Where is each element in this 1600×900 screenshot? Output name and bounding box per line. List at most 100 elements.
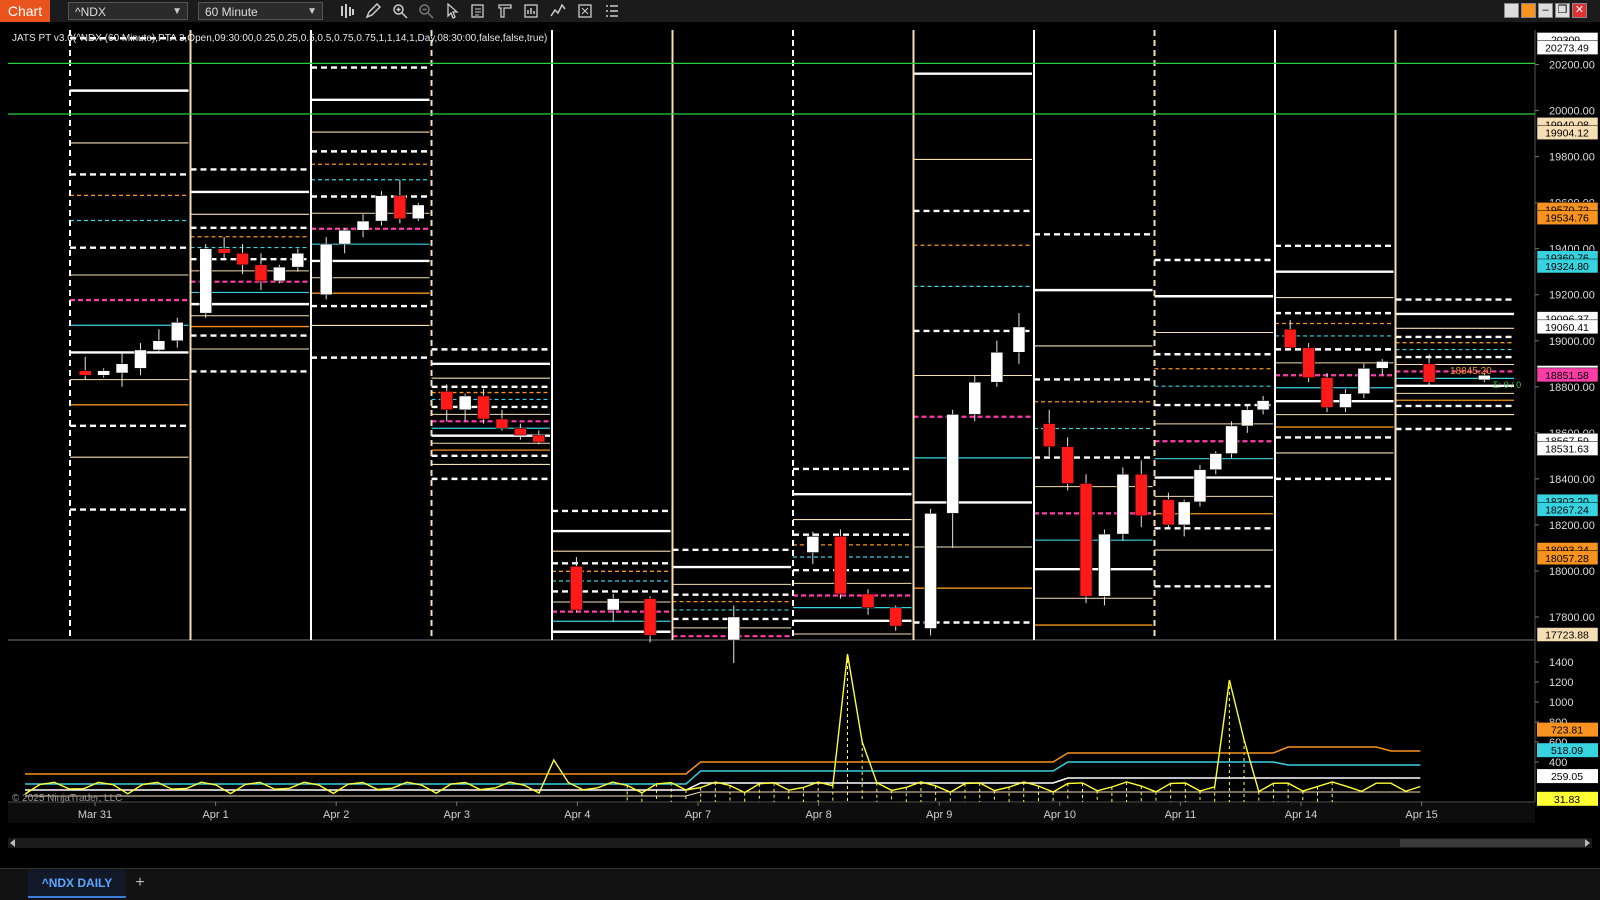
time-axis[interactable]: Mar 31 Apr 1 Apr 2 Apr 3 Apr 4 Apr 7 Apr 8 Apr …: [8, 802, 1535, 823]
price-badge[interactable]: 19060.41: [1536, 319, 1599, 335]
price-badge[interactable]: 20273.49: [1536, 40, 1599, 55]
candle-body[interactable]: [806, 536, 820, 553]
price-badge[interactable]: 17723.88: [1536, 627, 1599, 642]
maximize-icon[interactable]: ❐: [1555, 3, 1570, 18]
candle-body[interactable]: [1256, 400, 1270, 411]
candle-body[interactable]: [1357, 368, 1371, 394]
price-badge[interactable]: 19904.12: [1536, 125, 1599, 140]
template-icon[interactable]: [497, 3, 513, 19]
candle-body[interactable]: [319, 243, 333, 295]
candle-body[interactable]: [1283, 328, 1297, 348]
candle-body[interactable]: [236, 253, 249, 266]
candle-body[interactable]: [834, 536, 847, 595]
price-tick-label: 19000.00: [1549, 336, 1595, 348]
candle-body[interactable]: [990, 352, 1004, 383]
candle-body[interactable]: [78, 370, 92, 376]
tab-ndx-daily[interactable]: ^NDX DAILY: [28, 870, 126, 898]
volume-badge[interactable]: 31.83: [1537, 791, 1598, 806]
price-badge[interactable]: 18057.28: [1536, 550, 1599, 566]
candle-body[interactable]: [532, 434, 546, 443]
candle-body[interactable]: [97, 370, 110, 376]
minimize-icon[interactable]: –: [1538, 3, 1553, 18]
price-badge[interactable]: 18851.58: [1536, 367, 1599, 383]
list-icon[interactable]: [604, 3, 620, 19]
candle-body[interactable]: [946, 414, 959, 514]
volume-badge-label: 723.81: [1551, 725, 1583, 737]
candle-body[interactable]: [570, 566, 583, 611]
candle-body[interactable]: [199, 248, 212, 314]
candle-body[interactable]: [727, 616, 740, 641]
draw-pencil-icon[interactable]: [365, 2, 382, 19]
candle-body[interactable]: [440, 391, 453, 411]
candle-body[interactable]: [514, 427, 527, 436]
data-box-icon[interactable]: [523, 3, 539, 19]
candle-body[interactable]: [356, 220, 370, 231]
candle-body[interactable]: [968, 381, 981, 415]
candle-body[interactable]: [273, 266, 286, 282]
pointer-icon[interactable]: [444, 2, 460, 19]
candle-body[interactable]: [412, 204, 425, 220]
candle-body[interactable]: [291, 253, 305, 268]
candle-body[interactable]: [375, 195, 388, 222]
instrument-selector[interactable]: ^NDX ▼: [68, 2, 188, 20]
candle-body[interactable]: [1012, 326, 1026, 353]
close-icon[interactable]: ✕: [1572, 3, 1587, 18]
candle-body[interactable]: [171, 322, 184, 342]
candle-body[interactable]: [338, 230, 351, 245]
candle-body[interactable]: [458, 395, 472, 411]
bar-type-icon[interactable]: [339, 3, 355, 19]
candle-body[interactable]: [1098, 533, 1111, 597]
price-badge[interactable]: 19324.80: [1536, 258, 1599, 274]
price-tick-label: 20000.00: [1549, 106, 1595, 118]
candle-body[interactable]: [1339, 393, 1352, 408]
scrollbar-thumb[interactable]: [1400, 839, 1585, 847]
candle-body[interactable]: [217, 248, 231, 254]
candle-body[interactable]: [643, 598, 657, 636]
price-badge[interactable]: 18267.24: [1536, 502, 1599, 517]
candle-body[interactable]: [889, 607, 902, 627]
price-badge[interactable]: 18531.63: [1536, 441, 1599, 456]
candle-body[interactable]: [1225, 425, 1238, 454]
volume-badge-label: 518.09: [1551, 745, 1583, 757]
candle-body[interactable]: [1320, 377, 1334, 408]
chart-window-tab[interactable]: Chart: [0, 0, 50, 22]
properties-icon[interactable]: [470, 3, 486, 19]
candle-body[interactable]: [152, 340, 166, 351]
link-color-icon[interactable]: [1504, 3, 1519, 18]
volume-badge[interactable]: 518.09: [1537, 743, 1598, 758]
candle-body[interactable]: [477, 395, 490, 420]
indicators-icon[interactable]: [550, 3, 566, 19]
candle-body[interactable]: [393, 195, 407, 220]
highlight-color-icon[interactable]: [1521, 3, 1536, 18]
add-tab-icon[interactable]: +: [130, 870, 150, 896]
candle-body[interactable]: [1162, 499, 1175, 526]
candle-body[interactable]: [861, 593, 875, 609]
candle-body[interactable]: [1376, 361, 1389, 369]
volume-badge[interactable]: 723.81: [1537, 722, 1598, 737]
candle-body[interactable]: [607, 598, 620, 611]
candle-body[interactable]: [254, 264, 268, 282]
candle-body[interactable]: [924, 513, 937, 629]
candle-body[interactable]: [1061, 446, 1074, 484]
candle-body[interactable]: [115, 363, 129, 374]
candle-body[interactable]: [1177, 501, 1191, 526]
candle-body[interactable]: [1241, 409, 1254, 427]
candle-body[interactable]: [1135, 474, 1148, 516]
interval-selector[interactable]: 60 Minute ▼: [198, 2, 323, 20]
candle-body[interactable]: [1193, 469, 1207, 503]
candle-body[interactable]: [134, 349, 147, 369]
zoom-in-icon[interactable]: [392, 3, 408, 19]
candle-body[interactable]: [1079, 483, 1093, 597]
strategies-icon[interactable]: [577, 3, 593, 19]
candle-body[interactable]: [495, 418, 509, 429]
candle-body[interactable]: [1422, 363, 1436, 383]
horizontal-scrollbar[interactable]: [8, 838, 1592, 848]
candle-body[interactable]: [1209, 453, 1222, 470]
candle-body[interactable]: [1116, 474, 1130, 535]
candle-body[interactable]: [1302, 347, 1315, 378]
chart-canvas[interactable]: 20200.0020000.0019800.0019600.0019400.00…: [0, 22, 1600, 868]
candle-body[interactable]: [1042, 423, 1056, 447]
volume-badge[interactable]: 259.05: [1537, 769, 1598, 784]
zoom-out-icon[interactable]: [418, 3, 434, 19]
price-badge[interactable]: 19534.76: [1536, 210, 1599, 225]
